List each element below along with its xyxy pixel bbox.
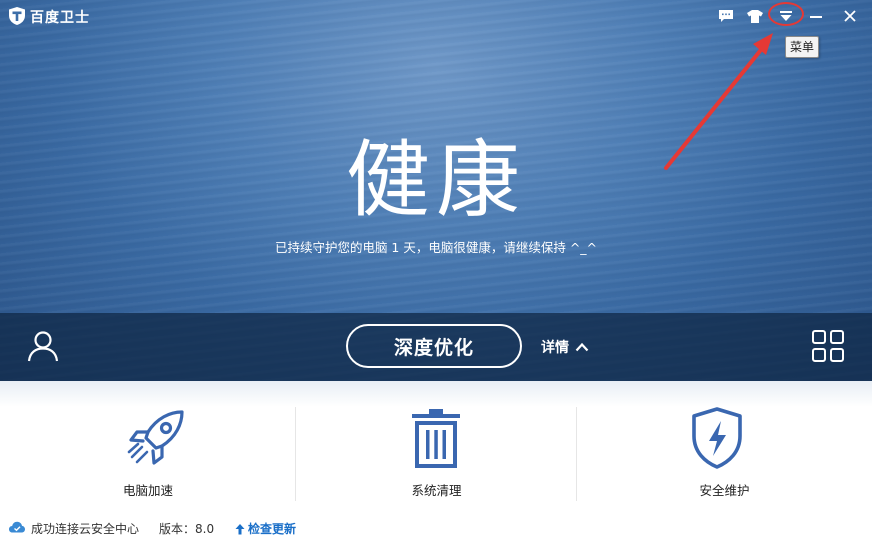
app-title: 百度卫士 [30, 10, 90, 26]
check-update-link[interactable]: 检查更新 [235, 520, 296, 537]
user-icon[interactable] [26, 329, 60, 363]
baidu-guard-window: 百度卫士 菜单 健康 已持续守护您的电脑 1 天，电脑很健康，请继续保持 ^_^… [0, 0, 872, 542]
tile-system-cleanup[interactable]: 系统清理 [296, 381, 577, 514]
check-update-label: 检查更新 [248, 522, 297, 536]
details-toggle[interactable]: 详情 [541, 337, 589, 357]
cloud-icon [9, 521, 25, 533]
close-icon[interactable] [840, 6, 860, 26]
tile-security-maintenance[interactable]: 安全维护 [577, 381, 872, 514]
feature-tiles: 电脑加速 系统清理 安全维护 [0, 381, 872, 514]
status-bar: 成功连接云安全中心 版本：8.0 检查更新 [0, 514, 872, 542]
details-label: 详情 [541, 340, 569, 356]
action-bar: 深度优化 详情 [0, 313, 872, 381]
menu-tooltip: 菜单 [785, 36, 820, 58]
tile-label: 电脑加速 [122, 483, 173, 498]
health-status-description: 已持续守护您的电脑 1 天，电脑很健康，请继续保持 ^_^ [274, 240, 598, 255]
chevron-up-icon [575, 342, 589, 352]
tile-label: 安全维护 [699, 483, 750, 498]
rocket-icon [127, 410, 184, 465]
cloud-connection-status: 成功连接云安全中心 [31, 522, 140, 536]
apps-grid-icon[interactable] [811, 329, 845, 363]
minimize-icon[interactable] [806, 6, 826, 26]
arrow-up-icon [235, 523, 245, 534]
tile-pc-speedup[interactable]: 电脑加速 [0, 381, 296, 514]
trash-icon [412, 409, 460, 468]
health-status-title: 健康 [345, 131, 526, 229]
deep-optimize-button[interactable]: 深度优化 [346, 324, 522, 368]
app-logo-icon [9, 7, 25, 25]
tile-label: 系统清理 [411, 483, 462, 498]
version-label: 版本：8.0 [159, 522, 215, 536]
shield-icon [692, 407, 742, 469]
